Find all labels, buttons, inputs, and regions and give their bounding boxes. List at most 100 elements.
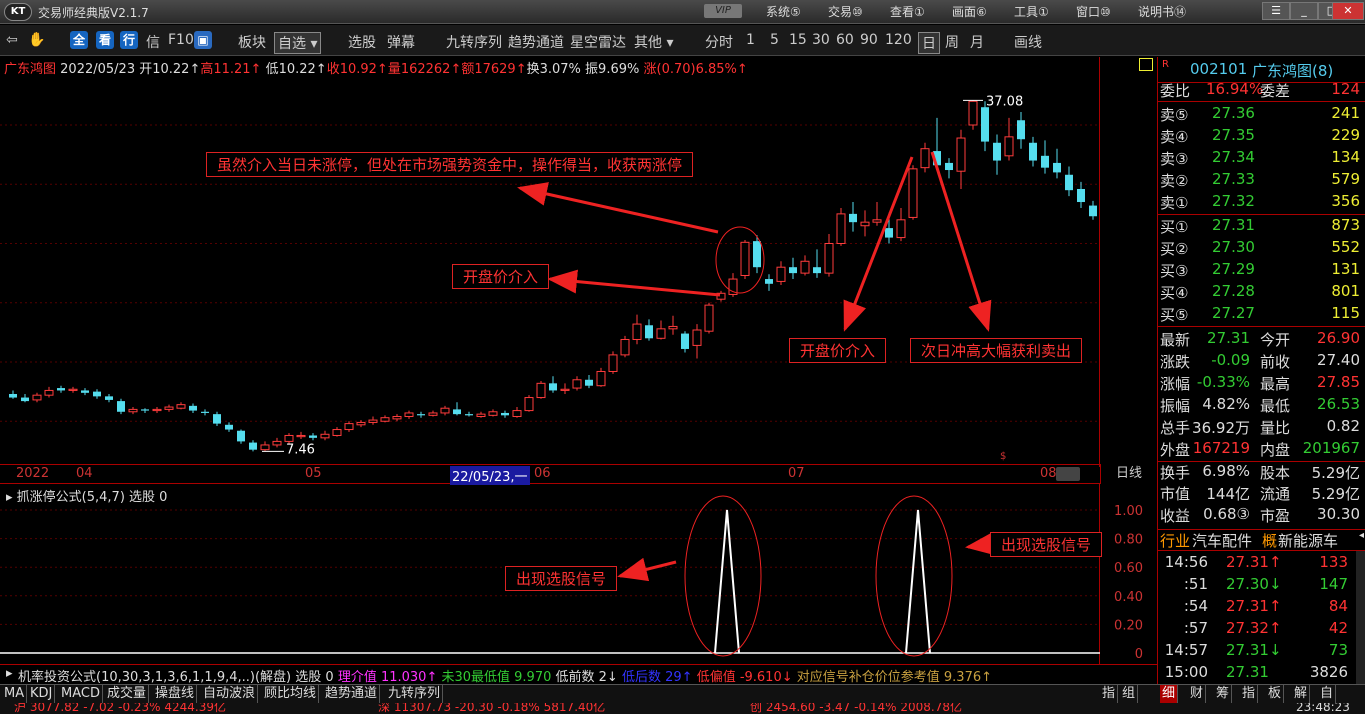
candle[interactable] — [213, 411, 221, 426]
tb-day[interactable]: 日 — [918, 32, 940, 54]
candle[interactable] — [645, 319, 653, 341]
candle[interactable] — [813, 249, 821, 278]
tb-radar[interactable]: 星空雷达 — [570, 32, 626, 52]
candle[interactable] — [524, 395, 534, 412]
tb-nine[interactable]: 九转序列 — [446, 32, 502, 52]
candle[interactable] — [332, 427, 342, 437]
candle[interactable] — [740, 239, 750, 280]
tb-select[interactable]: 选股 — [348, 32, 376, 52]
candle[interactable] — [189, 403, 197, 413]
candle[interactable] — [57, 385, 65, 393]
tb-60[interactable]: 60 — [836, 32, 854, 48]
candle[interactable] — [956, 129, 966, 189]
tab-wave[interactable]: 自动波浪 — [201, 685, 259, 703]
tab-custom[interactable]: 自 — [1318, 685, 1337, 703]
candle[interactable] — [656, 320, 666, 340]
candle[interactable] — [201, 409, 209, 416]
menu-icon[interactable]: ☰ — [1262, 2, 1290, 20]
tb-1[interactable]: 1 — [746, 32, 755, 48]
candle[interactable] — [44, 386, 54, 398]
candle[interactable] — [152, 407, 162, 413]
candle[interactable] — [896, 207, 906, 242]
candle[interactable] — [237, 429, 245, 444]
tb-30[interactable]: 30 — [812, 32, 830, 48]
tab-index[interactable]: 指 — [1100, 685, 1119, 703]
candle[interactable] — [1017, 111, 1025, 149]
candle[interactable] — [993, 134, 1001, 175]
candle[interactable] — [692, 324, 702, 359]
candle[interactable] — [81, 388, 89, 396]
candle[interactable] — [872, 202, 882, 226]
tab-detail[interactable]: 细 — [1160, 685, 1179, 703]
candle[interactable] — [488, 409, 498, 417]
tb-minute[interactable]: 分时 — [705, 32, 733, 52]
candle[interactable] — [596, 367, 606, 387]
tab-gmma[interactable]: 顾比均线 — [262, 685, 320, 703]
candle[interactable] — [225, 422, 233, 432]
scroll-thumb[interactable] — [1056, 467, 1080, 481]
tb-custom[interactable]: 自选 ▾ — [274, 32, 322, 54]
indicator2-name[interactable]: 机率投资公式(10,30,3,1,3,6,1,1,9,4,..)(解盘) — [18, 670, 291, 685]
window-icon[interactable]: ▣ — [194, 31, 212, 49]
candle[interactable] — [800, 255, 810, 276]
candle[interactable] — [117, 398, 125, 415]
vip-badge[interactable]: VIP — [704, 4, 742, 18]
tb-sector[interactable]: 板块 — [238, 32, 266, 52]
candle[interactable] — [1077, 181, 1085, 208]
candle[interactable] — [920, 142, 930, 173]
tb-120[interactable]: 120 — [885, 32, 912, 48]
indicator1-arrow-icon[interactable]: ▸ — [6, 490, 13, 505]
candle[interactable] — [32, 392, 42, 403]
tb-trend[interactable]: 趋势通道 — [508, 32, 564, 52]
candle[interactable] — [560, 383, 570, 394]
candle[interactable] — [1065, 166, 1073, 197]
tb-5[interactable]: 5 — [770, 32, 779, 48]
tb-info[interactable]: 信 — [146, 32, 160, 52]
stock-name[interactable]: 广东鸿图(8) — [1252, 60, 1333, 81]
menu-tools[interactable]: 工具① — [1014, 3, 1049, 20]
menu-window[interactable]: 窗口⑩ — [1076, 3, 1111, 20]
candle[interactable] — [453, 402, 461, 416]
event-marker-icon[interactable]: $ — [1000, 451, 1006, 462]
candle[interactable] — [417, 411, 425, 418]
indicator2-arrow-icon[interactable]: ▸ — [6, 666, 13, 681]
candle[interactable] — [549, 376, 557, 393]
tb-watch[interactable]: 看 — [96, 31, 114, 49]
menu-screen[interactable]: 画面⑥ — [952, 3, 987, 20]
candle[interactable] — [93, 389, 101, 399]
candle[interactable] — [632, 314, 642, 345]
tab-analysis[interactable]: 解 — [1292, 685, 1311, 703]
concept-value[interactable]: 新能源车 — [1278, 530, 1338, 551]
candle[interactable] — [512, 407, 522, 418]
candle[interactable] — [105, 393, 113, 403]
menu-system[interactable]: 系统⑤ — [766, 3, 801, 20]
candle[interactable] — [765, 274, 773, 291]
candle[interactable] — [356, 420, 366, 428]
concept-arrow-icon[interactable]: ◂ — [1359, 530, 1364, 541]
candle[interactable] — [728, 273, 738, 297]
candle[interactable] — [1089, 200, 1097, 220]
menu-view[interactable]: 查看① — [890, 3, 925, 20]
tb-all[interactable]: 全 — [70, 31, 88, 49]
tab-chips[interactable]: 筹 — [1214, 685, 1233, 703]
candle[interactable] — [536, 380, 546, 399]
tab-kdj[interactable]: KDJ — [28, 685, 56, 703]
close-icon[interactable]: ✕ — [1332, 2, 1364, 20]
tb-other[interactable]: 其他 ▾ — [634, 32, 673, 52]
candle[interactable] — [476, 411, 486, 418]
tab-sector[interactable]: 板 — [1266, 685, 1285, 703]
candle[interactable] — [164, 404, 174, 412]
candle[interactable] — [176, 402, 186, 410]
tab-opline[interactable]: 操盘线 — [153, 685, 198, 703]
candle[interactable] — [620, 335, 630, 358]
tab-volume[interactable]: 成交量 — [105, 685, 150, 703]
candle[interactable] — [141, 408, 149, 413]
industry-value[interactable]: 汽车配件 — [1192, 530, 1252, 551]
tick-scrollbar[interactable] — [1356, 551, 1365, 684]
candle[interactable] — [128, 407, 138, 415]
candle[interactable] — [849, 202, 857, 232]
tab-macd[interactable]: MACD — [59, 685, 103, 703]
tb-quote[interactable]: 行 — [120, 31, 138, 49]
candle[interactable] — [309, 433, 317, 441]
candle[interactable] — [585, 375, 593, 389]
